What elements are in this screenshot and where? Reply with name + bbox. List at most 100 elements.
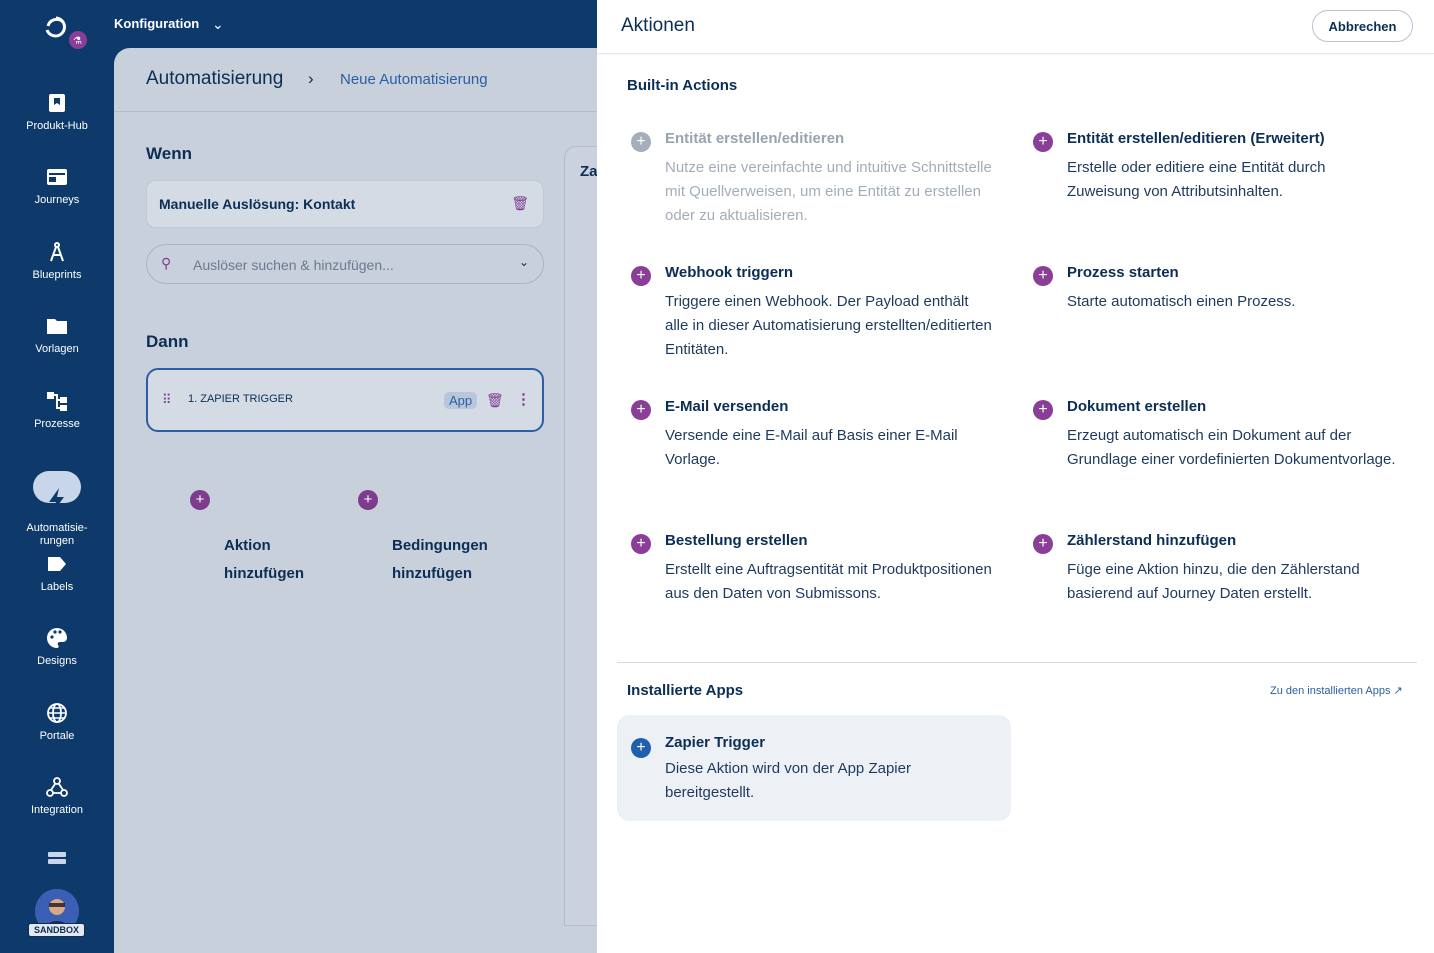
breadcrumb: Automatisierung › Neue Automatisierung [114, 48, 614, 112]
chevron-right-icon: › [308, 69, 314, 88]
app-logo[interactable]: ⚗ [40, 12, 90, 52]
sandbox-badge: SANDBOX [28, 923, 86, 937]
chevron-down-icon[interactable]: ⌄ [212, 16, 224, 33]
main-content: Automatisierung › Neue Automatisierung W… [114, 48, 624, 953]
sidebar-item-journeys[interactable]: Journeys [0, 166, 114, 206]
plus-icon: + [358, 490, 378, 510]
divider [617, 662, 1417, 663]
action-name: Dokument erstellen [1067, 398, 1207, 415]
action-name: Entität erstellen/editieren [665, 130, 845, 147]
plus-icon: + [631, 534, 651, 554]
action-desc: Versende eine E-Mail auf Basis einer E-M… [665, 427, 958, 468]
plus-icon: + [631, 400, 651, 420]
sidebar-item-label: Labels [40, 581, 74, 593]
app-badge: App [444, 392, 478, 409]
add-conditions-label: Bedingungen hinzufügen [392, 537, 488, 582]
action-name: Webhook triggern [665, 264, 794, 281]
sidebar-item-labels[interactable]: Labels [0, 553, 114, 593]
plus-icon: + [631, 266, 651, 286]
search-icon: ⚲ [161, 255, 172, 271]
when-title: Wenn [146, 144, 192, 163]
sidebar: ⚗ Produkt-Hub Journeys Blueprints Vorlag… [0, 0, 114, 953]
compass-icon [50, 242, 64, 262]
sidebar-item-label: Integration [31, 804, 83, 816]
plus-icon: + [1033, 400, 1053, 420]
sidebar-item-automatisierungen[interactable]: Automatisie- rungen [0, 458, 114, 548]
add-conditions-button[interactable]: + Bedingungen hinzufügen [358, 476, 488, 588]
sidebar-item-label: Portale [39, 730, 75, 742]
drawer-header: Aktionen Abbrechen [597, 0, 1434, 54]
action-name: Bestellung erstellen [665, 532, 808, 549]
palette-icon [47, 628, 67, 648]
action-desc: Erstelle oder editiere eine Entität durc… [1067, 159, 1326, 200]
cancel-button[interactable]: Abbrechen [1312, 10, 1413, 42]
actions-drawer: Aktionen Abbrechen Built-in Actions + En… [597, 0, 1434, 953]
bookmark-icon [49, 94, 65, 112]
globe-icon [47, 703, 67, 723]
action-desc: Erzeugt automatisch ein Dokument auf der… [1067, 427, 1396, 468]
folder-icon [47, 319, 67, 334]
action-desc: Triggere einen Webhook. Der Payload enth… [665, 293, 992, 358]
label-icon [48, 557, 66, 571]
then-title: Dann [146, 332, 189, 351]
trigger-card[interactable]: Manuelle Auslösung: Kontakt 🗑 [146, 180, 544, 228]
plus-icon: + [190, 490, 210, 510]
action-name: Entität erstellen/editieren (Erweitert) [1067, 130, 1325, 147]
drag-handle-icon[interactable]: ⠿ [162, 392, 171, 408]
sidebar-item-label: Prozesse [34, 418, 80, 430]
sidebar-item-label: Blueprints [32, 269, 82, 281]
add-action-button[interactable]: + Aktion hinzufügen [190, 476, 304, 588]
action-card-label: 1. ZAPIER TRIGGER [188, 393, 293, 405]
action-desc: Erstellt eine Auftragsentität mit Produk… [665, 561, 992, 602]
plus-icon: + [631, 132, 651, 152]
app-action-desc: Diese Aktion wird von der App Zapier ber… [665, 760, 911, 801]
lightning-icon [33, 471, 81, 512]
database-icon [48, 852, 66, 864]
plus-icon: + [631, 738, 651, 758]
svg-text:⚗: ⚗ [73, 36, 82, 47]
add-action-label: Aktion hinzufügen [224, 537, 304, 582]
process-icon [47, 392, 67, 411]
trigger-label: Manuelle Auslösung: Kontakt [159, 196, 356, 212]
plus-icon: + [1033, 132, 1053, 152]
sidebar-item-prozesse[interactable]: Prozesse [0, 390, 114, 430]
sidebar-item-blueprints[interactable]: Blueprints [0, 241, 114, 281]
external-link-icon: ↗ [1393, 685, 1403, 697]
trigger-search-input[interactable]: ⚲ Auslöser suchen & hinzufügen... ⌄ [146, 244, 544, 284]
action-card[interactable]: ⠿ 1. ZAPIER TRIGGER App 🗑 ⋮ [146, 368, 544, 432]
sidebar-item-vorlagen[interactable]: Vorlagen [0, 315, 114, 355]
config-menu[interactable]: Konfiguration [114, 16, 199, 31]
sidebar-item-label: Produkt-Hub [26, 120, 88, 132]
action-name: E-Mail versenden [665, 398, 789, 415]
installed-apps-title: Installierte Apps [627, 682, 744, 699]
installed-apps-link-label: Zu den installierten Apps [1270, 685, 1391, 697]
sidebar-item-integration[interactable]: Integration [0, 776, 114, 816]
chevron-down-icon[interactable]: ⌄ [519, 255, 529, 269]
app-action-zapier-trigger[interactable]: + Zapier Trigger Diese Aktion wird von d… [617, 715, 1011, 821]
breadcrumb-current: Neue Automatisierung [340, 71, 488, 88]
action-name: Zählerstand hinzufügen [1067, 532, 1237, 549]
trash-icon[interactable]: 🗑 [486, 392, 504, 409]
sidebar-item-portale[interactable]: Portale [0, 702, 114, 742]
journey-icon [47, 169, 67, 185]
webhook-icon [46, 777, 68, 797]
sidebar-item-data[interactable] [0, 850, 114, 878]
breadcrumb-root[interactable]: Automatisierung [146, 68, 283, 90]
builtin-actions-title: Built-in Actions [627, 77, 738, 94]
sidebar-item-label: Automatisie- rungen [26, 522, 88, 547]
more-vertical-icon[interactable]: ⋮ [516, 390, 531, 408]
drawer-title: Aktionen [621, 15, 695, 36]
action-desc: Starte automatisch einen Prozess. [1067, 293, 1296, 310]
sidebar-item-label: Vorlagen [35, 343, 79, 355]
search-placeholder: Auslöser suchen & hinzufügen... [193, 257, 394, 273]
sidebar-item-produkt-hub[interactable]: Produkt-Hub [0, 92, 114, 132]
sidebar-item-label: Journeys [34, 194, 80, 206]
plus-icon: + [1033, 266, 1053, 286]
sidebar-item-designs[interactable]: Designs [0, 627, 114, 667]
trash-icon[interactable]: 🗑 [511, 195, 529, 212]
plus-icon: + [1033, 534, 1053, 554]
sidebar-item-label: Designs [37, 655, 77, 667]
installed-apps-link[interactable]: Zu den installierten Apps ↗ [1270, 684, 1403, 697]
action-desc: Nutze eine vereinfachte und intuitive Sc… [665, 159, 992, 224]
action-name: Prozess starten [1067, 264, 1179, 281]
